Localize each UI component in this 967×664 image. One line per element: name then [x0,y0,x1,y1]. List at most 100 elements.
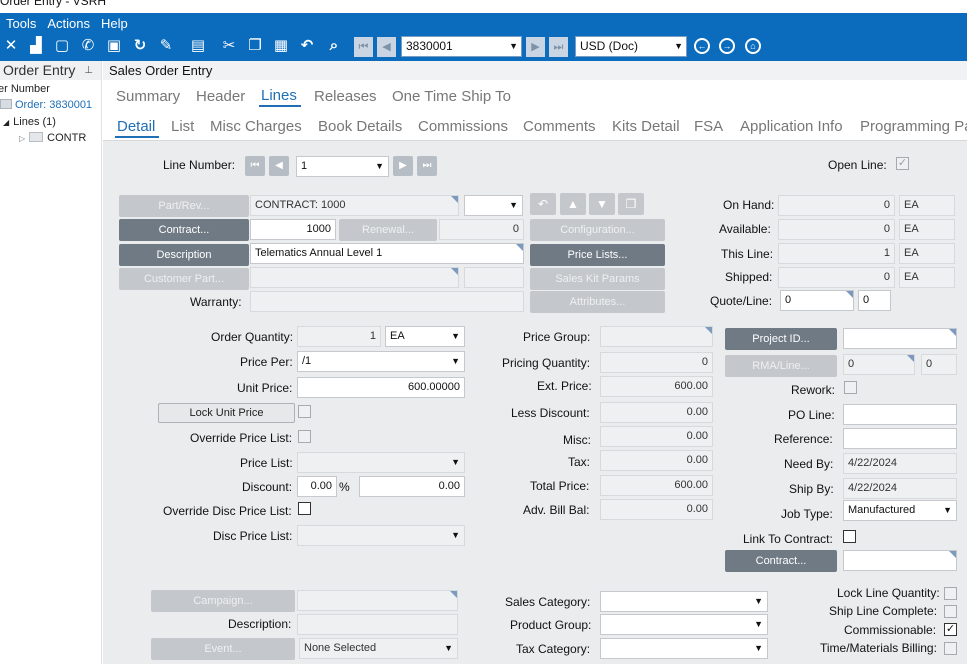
back-icon[interactable]: ← [694,38,710,54]
tab-list[interactable]: List [171,118,194,135]
tree-item-lines[interactable]: ◢ Lines (1) [3,116,56,128]
campaign-field[interactable] [297,590,458,611]
prev-record-icon[interactable]: ◀ [377,37,396,57]
home-icon[interactable]: ⌂ [745,38,761,54]
warranty-field[interactable] [250,291,524,312]
right-contract-field[interactable] [843,550,957,571]
project-id-button[interactable]: Project ID... [725,328,837,350]
refresh-icon[interactable]: ↻ [130,36,150,56]
tab-releases[interactable]: Releases [314,88,377,105]
discount-percent-field[interactable]: 0.00 [297,476,337,497]
price-per-combo[interactable]: /1 ▼ [297,351,465,372]
org-chart-icon[interactable]: ▟ [26,36,46,56]
tree-item-order[interactable]: Order: 3830001 [0,99,92,111]
sales-kit-params-button[interactable]: Sales Kit Params [530,268,665,290]
override-disc-price-list-checkbox[interactable] [298,502,311,515]
tax-category-combo[interactable]: ▼ [600,638,768,659]
disc-price-list-combo[interactable]: ▼ [297,525,465,546]
campaign-button[interactable]: Campaign... [151,590,295,612]
discount-amount-field[interactable]: 0.00 [359,476,465,497]
first-line-icon[interactable]: ⏮ [245,156,265,176]
quote-field[interactable]: 0 [780,290,854,311]
order-combo[interactable]: 3830001 ▼ [401,36,522,57]
attributes-button[interactable]: Attributes... [530,291,665,313]
tab-book-details[interactable]: Book Details [318,118,402,135]
binoculars-icon[interactable]: ⌕ [324,36,344,56]
renewal-field[interactable]: 0 [439,219,524,240]
tab-fsa[interactable]: FSA [694,118,723,135]
override-price-list-checkbox[interactable] [298,430,311,443]
next-line-icon[interactable]: ▶ [393,156,413,176]
menu-actions[interactable]: Actions [47,16,90,31]
price-group-field[interactable] [600,326,713,347]
rework-checkbox[interactable] [844,381,857,394]
move-down-icon[interactable]: ▼ [589,193,615,215]
next-record-icon[interactable]: ▶ [526,37,545,57]
rma-line-button[interactable]: RMA/Line... [725,355,837,377]
part-field[interactable]: CONTRACT: 1000 [250,195,459,216]
undo-icon[interactable]: ↶ [297,36,317,56]
lock-line-quantity-checkbox[interactable] [944,587,957,600]
product-group-combo[interactable]: ▼ [600,614,768,635]
unit-price-field[interactable]: 600.00000 [297,377,465,398]
tab-commissions[interactable]: Commissions [418,118,508,135]
right-contract-button[interactable]: Contract... [725,550,837,572]
tab-application-info[interactable]: Application Info [740,118,843,135]
tab-comments[interactable]: Comments [523,118,596,135]
customer-part-field[interactable] [250,267,459,288]
tab-misc-charges[interactable]: Misc Charges [210,118,302,135]
tab-kits-detail[interactable]: Kits Detail [612,118,680,135]
window-icon[interactable]: ❐ [618,193,644,215]
project-id-field[interactable] [843,328,957,349]
part-rev-button[interactable]: Part/Rev... [119,195,249,217]
customer-rev-field[interactable] [464,267,524,288]
event-combo[interactable]: None Selected ▼ [299,638,458,659]
tab-programming[interactable]: Programming Pa [860,118,967,135]
new-icon[interactable]: ▢ [52,36,72,56]
commissionable-checkbox[interactable]: ✓ [944,623,957,636]
po-line-field[interactable] [843,404,957,425]
print-icon[interactable]: ▤ [188,36,208,56]
cut-icon[interactable]: ✂ [219,36,239,56]
quote-line-field[interactable]: 0 [858,290,891,311]
description-field[interactable]: Telematics Annual Level 1 [250,243,524,264]
tab-lines[interactable]: Lines [259,87,301,107]
last-line-icon[interactable]: ⏭ [417,156,437,176]
first-record-icon[interactable]: ⏮ [354,37,373,57]
ship-line-complete-checkbox[interactable] [944,605,957,618]
tab-detail[interactable]: Detail [114,118,160,138]
event-button[interactable]: Event... [151,638,295,660]
tab-one-time-ship-to[interactable]: One Time Ship To [392,88,511,105]
forward-icon[interactable]: → [719,38,735,54]
ship-by-field[interactable]: 4/22/2024 [843,478,957,499]
prev-line-icon[interactable]: ◀ [269,156,289,176]
tab-header[interactable]: Header [196,88,245,105]
sales-category-combo[interactable]: ▼ [600,591,768,612]
configuration-button[interactable]: Configuration... [530,219,665,241]
phone-icon[interactable]: ✆ [78,36,98,56]
revision-combo[interactable]: ▼ [464,195,523,216]
save-icon[interactable]: ▣ [104,36,124,56]
order-uom-combo[interactable]: EA ▼ [385,326,465,347]
job-type-combo[interactable]: Manufactured ▼ [843,500,957,521]
price-lists-button[interactable]: Price Lists... [530,244,665,266]
lock-unit-price-checkbox[interactable] [298,405,311,418]
order-quantity-field[interactable]: 1 [297,326,381,347]
currency-combo[interactable]: USD (Doc) ▼ [575,36,687,57]
time-materials-billing-checkbox[interactable] [944,642,957,655]
open-line-checkbox[interactable]: ✓ [896,157,909,170]
contract-button[interactable]: Contract... [119,219,249,241]
line-number-combo[interactable]: 1 ▼ [296,156,389,177]
renewal-button[interactable]: Renewal... [339,219,437,241]
last-record-icon[interactable]: ⏭ [549,37,568,57]
price-list-combo[interactable]: ▼ [297,452,465,473]
move-up-icon[interactable]: ▲ [560,193,586,215]
clear-icon[interactable]: ✎ [156,36,176,56]
reference-field[interactable] [843,428,957,449]
description-button[interactable]: Description [119,244,249,266]
menu-tools[interactable]: Tools [6,16,36,31]
menu-help[interactable]: Help [101,16,128,31]
tree-item-line[interactable]: ▷ CONTR [19,132,86,144]
lock-unit-price-button[interactable]: Lock Unit Price [158,403,295,423]
customer-part-button[interactable]: Customer Part... [119,268,249,290]
